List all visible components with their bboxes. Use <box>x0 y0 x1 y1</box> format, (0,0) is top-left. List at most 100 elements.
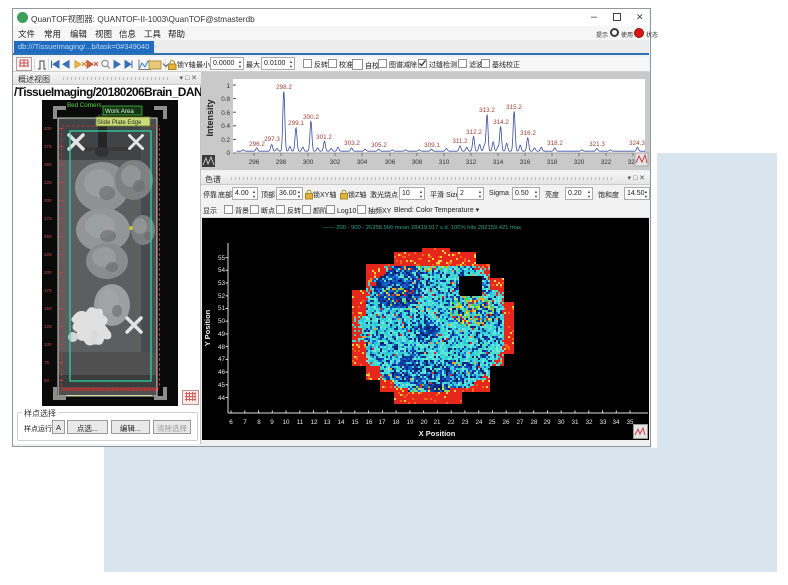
svg-text:47: 47 <box>218 356 226 363</box>
svg-text:311.2: 311.2 <box>452 138 468 145</box>
svg-text:375: 375 <box>44 144 52 149</box>
svg-text:16: 16 <box>365 419 373 426</box>
svg-text:27: 27 <box>516 419 524 426</box>
svg-text:Slide Plate Edge: Slide Plate Edge <box>97 120 142 126</box>
svg-text:32: 32 <box>585 419 593 426</box>
svg-text:17: 17 <box>378 419 386 426</box>
svg-text:306: 306 <box>385 159 396 166</box>
svg-text:305.2: 305.2 <box>371 142 387 149</box>
svg-text:315.2: 315.2 <box>506 104 522 111</box>
svg-text:300.2: 300.2 <box>303 114 319 121</box>
svg-text:25: 25 <box>488 419 496 426</box>
svg-text:50: 50 <box>218 318 226 325</box>
svg-text:318.2: 318.2 <box>547 140 563 147</box>
svg-text:49: 49 <box>218 331 226 338</box>
svg-text:0: 0 <box>226 150 230 157</box>
svg-text:322: 322 <box>601 159 612 166</box>
svg-text:22: 22 <box>447 419 455 426</box>
svg-text:100: 100 <box>44 342 52 347</box>
svg-text:304: 304 <box>357 159 368 166</box>
svg-text:320: 320 <box>574 159 585 166</box>
svg-text:12: 12 <box>310 419 318 426</box>
svg-text:1: 1 <box>226 83 230 90</box>
svg-text:52: 52 <box>218 293 226 300</box>
svg-text:296: 296 <box>249 159 260 166</box>
svg-text:X Position: X Position <box>419 429 456 438</box>
svg-text:20: 20 <box>420 419 428 426</box>
svg-text:298: 298 <box>276 159 287 166</box>
svg-text:0.6: 0.6 <box>221 110 230 117</box>
svg-text:48: 48 <box>218 344 226 351</box>
svg-text:300: 300 <box>44 198 52 203</box>
svg-text:29: 29 <box>543 419 551 426</box>
svg-text:50: 50 <box>44 378 50 383</box>
svg-text:299.1: 299.1 <box>288 120 304 127</box>
svg-text:0.4: 0.4 <box>221 123 230 130</box>
svg-text:316: 316 <box>520 159 531 166</box>
svg-text:313.2: 313.2 <box>479 107 495 114</box>
svg-text:296.2: 296.2 <box>249 141 265 148</box>
svg-text:225: 225 <box>44 252 52 257</box>
svg-text:125: 125 <box>44 324 52 329</box>
svg-text:46: 46 <box>218 369 226 376</box>
svg-text:275: 275 <box>44 216 52 221</box>
svg-text:24: 24 <box>475 419 483 426</box>
svg-text:300: 300 <box>303 159 314 166</box>
svg-text:10: 10 <box>282 419 290 426</box>
svg-text:325: 325 <box>44 180 52 185</box>
svg-text:312.2: 312.2 <box>466 129 482 136</box>
svg-text:Work Area: Work Area <box>105 108 134 115</box>
svg-text:8: 8 <box>257 419 261 426</box>
svg-text:Y Position: Y Position <box>203 309 212 346</box>
svg-text:350: 350 <box>44 162 52 167</box>
svg-text:400: 400 <box>44 126 52 131</box>
svg-text:21: 21 <box>433 419 441 426</box>
svg-text:7: 7 <box>243 419 247 426</box>
svg-text:54: 54 <box>218 267 226 274</box>
svg-text:14: 14 <box>337 419 345 426</box>
svg-text:19: 19 <box>406 419 414 426</box>
svg-text:312: 312 <box>466 159 477 166</box>
svg-text:Bed Corners: Bed Corners <box>67 102 102 109</box>
svg-text:298.2: 298.2 <box>276 84 292 91</box>
svg-text:318: 318 <box>547 159 558 166</box>
svg-text:200: 200 <box>44 270 52 275</box>
svg-text:23: 23 <box>461 419 469 426</box>
svg-text:—— 200 - 900 - 26358.566 mean: —— 200 - 900 - 26358.566 mean 28419.917 … <box>323 225 521 231</box>
svg-text:314.2: 314.2 <box>493 119 509 126</box>
svg-text:6: 6 <box>229 419 233 426</box>
svg-text:0.2: 0.2 <box>221 137 230 144</box>
svg-text:31: 31 <box>571 419 579 426</box>
svg-text:301.2: 301.2 <box>316 134 332 141</box>
svg-text:Intensity: Intensity <box>205 99 215 136</box>
svg-text:13: 13 <box>323 419 331 426</box>
svg-text:15: 15 <box>351 419 359 426</box>
svg-text:30: 30 <box>557 419 565 426</box>
svg-text:11: 11 <box>297 419 304 426</box>
svg-text:55: 55 <box>218 255 226 262</box>
svg-text:18: 18 <box>392 419 400 426</box>
svg-text:34: 34 <box>612 419 620 426</box>
svg-text:53: 53 <box>218 280 226 287</box>
svg-text:297.3: 297.3 <box>264 136 280 143</box>
svg-text:303.2: 303.2 <box>344 140 360 147</box>
svg-text:308: 308 <box>412 159 423 166</box>
svg-text:310: 310 <box>439 159 450 166</box>
svg-text:321.3: 321.3 <box>589 141 605 148</box>
svg-text:309.1: 309.1 <box>424 142 440 149</box>
svg-text:302: 302 <box>330 159 341 166</box>
svg-text:44: 44 <box>218 395 226 402</box>
svg-text:75: 75 <box>44 360 50 365</box>
svg-text:0.8: 0.8 <box>221 96 230 103</box>
svg-text:26: 26 <box>502 419 510 426</box>
svg-text:314: 314 <box>493 159 504 166</box>
svg-text:324.3: 324.3 <box>629 140 645 147</box>
svg-text:45: 45 <box>218 382 226 389</box>
svg-text:175: 175 <box>44 288 52 293</box>
svg-text:9: 9 <box>270 419 274 426</box>
svg-text:28: 28 <box>530 419 538 426</box>
svg-text:150: 150 <box>44 306 52 311</box>
svg-text:250: 250 <box>44 234 52 239</box>
svg-text:316.2: 316.2 <box>520 130 536 137</box>
svg-text:51: 51 <box>218 305 226 312</box>
